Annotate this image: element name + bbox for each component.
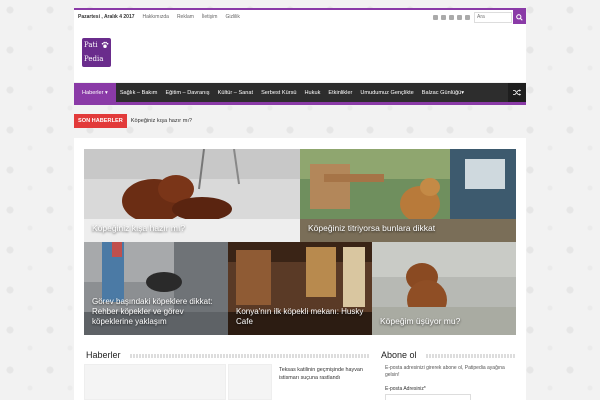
link-privacy[interactable]: Gizlilik: [225, 14, 239, 20]
news-lead-thumb[interactable]: [84, 364, 226, 400]
social-icons: [433, 14, 470, 20]
nav-item-genclik[interactable]: Umudumuz Gençlikte: [356, 90, 417, 96]
nav-label: Haberler: [82, 89, 104, 96]
link-contact[interactable]: İletişim: [202, 14, 218, 20]
main-nav: Haberler ▾ Sağlık – Bakım Eğitim – Davra…: [74, 83, 526, 105]
news-section-title: Haberler: [86, 350, 121, 360]
rss-icon[interactable]: [433, 14, 438, 20]
content-area: Köpeğiniz kışa hazır mı? Köpeğiniz titri…: [74, 138, 526, 400]
shuffle-icon: [513, 89, 521, 96]
nav-item-haberler[interactable]: Haberler ▾: [74, 83, 116, 102]
twitter-icon[interactable]: [449, 14, 454, 20]
breaking-news: SON HABERLER Köpeğiniz kışa hazır mı?: [74, 113, 526, 129]
random-post-button[interactable]: [508, 83, 526, 102]
subscribe-title-divider: [426, 354, 516, 358]
nav-item-serbest[interactable]: Serbest Kürsü: [257, 90, 300, 96]
featured-post-1[interactable]: Köpeğiniz kışa hazır mı?: [84, 149, 300, 242]
top-bar: Pazartesi , Aralık 4 2017 Hakkımızda Rek…: [74, 8, 526, 24]
featured-post-5[interactable]: Köpeğim üşüyor mu?: [372, 242, 516, 335]
featured-caption-1: Köpeğiniz kışa hazır mı?: [92, 223, 186, 233]
search-icon: [516, 13, 523, 21]
nav-item-hukuk[interactable]: Hukuk: [301, 90, 325, 96]
top-links: Hakkımızda Reklam İletişim Gizlilik: [143, 14, 240, 20]
facebook-icon[interactable]: [441, 14, 446, 20]
subscribe-description: E-posta adresinizi girerek abone ol, Pat…: [385, 365, 505, 378]
breaking-news-link[interactable]: Köpeğiniz kışa hazır mı?: [131, 118, 192, 124]
featured-caption-2: Köpeğiniz titriyorsa bunlara dikkat: [308, 223, 436, 233]
news-item-thumb[interactable]: [228, 364, 272, 400]
nav-item-balzac[interactable]: Balzac Günlüğü▾: [418, 90, 468, 96]
site-logo[interactable]: Pati Pedia: [82, 38, 111, 67]
featured-post-3[interactable]: Görev başındaki köpeklere dikkat: Rehber…: [84, 242, 228, 335]
site-header: Pati Pedia: [74, 24, 526, 82]
search-input[interactable]: [474, 11, 512, 23]
breaking-news-label: SON HABERLER: [74, 114, 127, 128]
email-label: E-posta Adresiniz*: [385, 386, 426, 392]
youtube-icon[interactable]: [457, 14, 462, 20]
nav-item-kultur[interactable]: Kültür – Sanat: [214, 90, 257, 96]
paw-icon: [101, 41, 109, 48]
featured-caption-5: Köpeğim üşüyor mu?: [380, 316, 461, 326]
nav-item-saglik[interactable]: Sağlık – Bakım: [116, 90, 162, 96]
nav-label: Balzac Günlüğü: [421, 89, 462, 96]
subscribe-title: Abone ol: [381, 350, 417, 360]
featured-caption-4: Konya'nın ilk köpekli mekanı: Husky Cafe: [236, 307, 364, 326]
search-button[interactable]: [513, 10, 526, 24]
featured-caption-3: Görev başındaki köpeklere dikkat: Rehber…: [92, 297, 213, 326]
current-date: Pazartesi , Aralık 4 2017: [78, 14, 135, 20]
link-advertise[interactable]: Reklam: [177, 14, 194, 20]
nav-item-etkinlikler[interactable]: Etkinlikler: [324, 90, 356, 96]
logo-line-2: Pedia: [84, 55, 104, 63]
email-field[interactable]: [385, 394, 471, 400]
news-item-title[interactable]: Teksas katilinin geçmişinde hayvan istis…: [279, 366, 371, 382]
link-about[interactable]: Hakkımızda: [143, 14, 169, 20]
news-title-divider: [130, 354, 370, 358]
nav-item-egitim[interactable]: Eğitim – Davranış: [161, 90, 213, 96]
instagram-icon[interactable]: [465, 14, 470, 20]
featured-post-2[interactable]: Köpeğiniz titriyorsa bunlara dikkat: [300, 149, 516, 242]
featured-post-4[interactable]: Konya'nın ilk köpekli mekanı: Husky Cafe: [228, 242, 372, 335]
